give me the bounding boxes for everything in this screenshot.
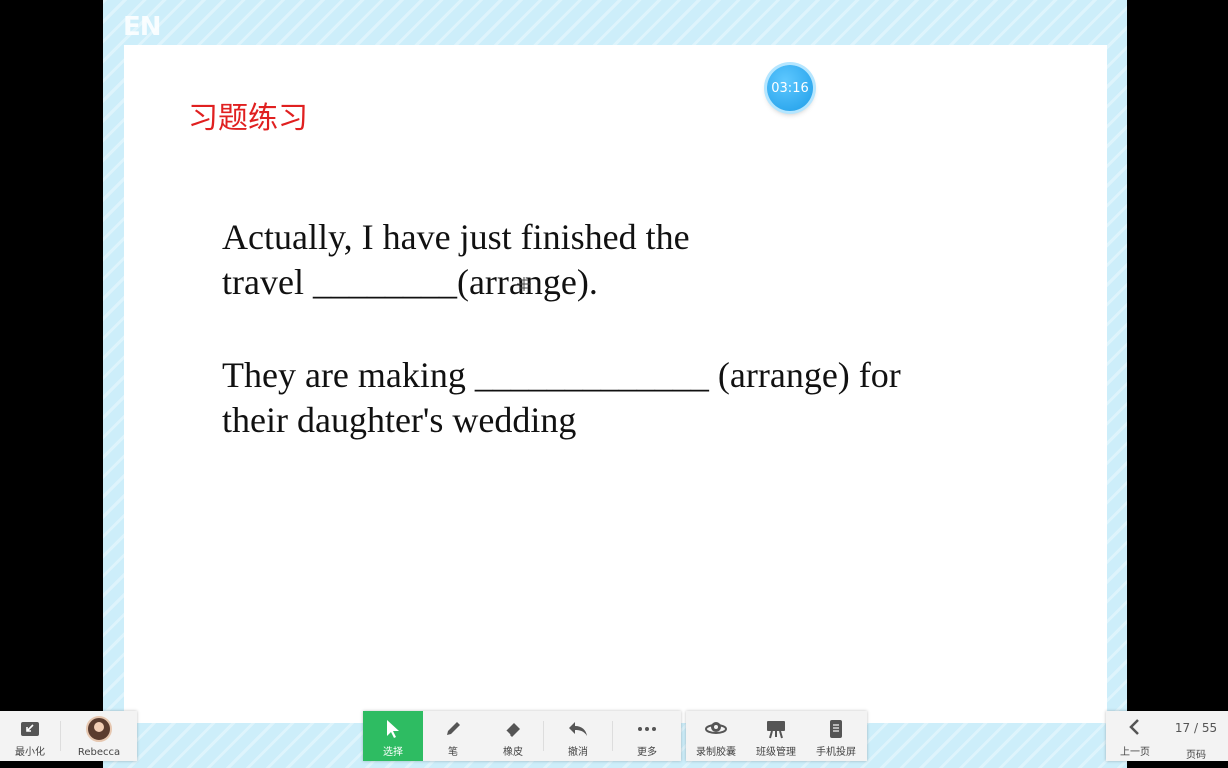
class-icon xyxy=(767,721,785,739)
avatar xyxy=(86,716,112,742)
select-tool-button[interactable]: 选择 xyxy=(363,711,423,761)
pen-icon xyxy=(447,722,460,735)
en-logo: EN xyxy=(123,12,162,42)
minimize-button[interactable]: 最小化 xyxy=(0,711,60,761)
phone-icon xyxy=(830,720,842,738)
slide-title: 习题练习 xyxy=(188,101,308,136)
user-name: Rebecca xyxy=(77,747,121,758)
classroom-toolbar: 录制胶囊 班级管理 手机投屏 xyxy=(686,711,867,761)
user-profile-button[interactable]: Rebecca xyxy=(61,711,137,761)
pen-tool-button[interactable]: 笔 xyxy=(423,711,483,761)
question-1: Actually, I have just finished the trave… xyxy=(222,215,690,305)
undo-button[interactable]: 撤消 xyxy=(544,711,612,761)
prev-page-button[interactable]: 上一页 xyxy=(1112,711,1158,761)
more-button[interactable]: 更多 xyxy=(613,711,681,761)
drawing-toolbar: 选择 笔 橡皮 撤消 更多 xyxy=(363,711,681,761)
record-capsule-button[interactable]: 录制胶囊 xyxy=(686,711,746,761)
more-icon xyxy=(638,727,656,731)
phone-label: 手机投屏 xyxy=(816,747,856,758)
eraser-tool-button[interactable]: 橡皮 xyxy=(483,711,543,761)
question-2-line-1: They are making _____________ (arrange) … xyxy=(222,355,901,395)
page-counter[interactable]: 17 / 55 xyxy=(1166,721,1226,735)
record-label: 录制胶囊 xyxy=(696,747,736,758)
more-label: 更多 xyxy=(637,747,657,758)
pen-label: 笔 xyxy=(448,747,458,758)
minimize-icon xyxy=(21,722,39,736)
class-management-button[interactable]: 班级管理 xyxy=(746,711,806,761)
left-toolbar: 最小化 Rebecca xyxy=(0,711,137,761)
prev-page-label: 上一页 xyxy=(1120,747,1150,758)
page-navigator: 上一页 17 / 55 页码 xyxy=(1106,711,1228,761)
chevron-left-icon xyxy=(1129,719,1139,735)
page-counter-label: 页码 xyxy=(1186,750,1206,761)
question-1-line-1: Actually, I have just finished the xyxy=(222,217,690,257)
record-icon xyxy=(705,722,727,734)
undo-label: 撤消 xyxy=(568,747,588,758)
minimize-label: 最小化 xyxy=(15,747,45,758)
phone-cast-button[interactable]: 手机投屏 xyxy=(806,711,866,761)
eraser-label: 橡皮 xyxy=(503,747,523,758)
presentation-stage: EN 习题练习 03:16 Actually, I have just fini… xyxy=(103,0,1127,768)
move-cursor-icon xyxy=(517,277,531,291)
question-2-line-2: their daughter's wedding xyxy=(222,400,577,440)
undo-icon xyxy=(569,722,587,736)
class-label: 班级管理 xyxy=(756,747,796,758)
slide: 习题练习 03:16 Actually, I have just finishe… xyxy=(124,45,1107,723)
timer-badge[interactable]: 03:16 xyxy=(767,65,813,111)
eraser-icon xyxy=(505,723,520,737)
select-label: 选择 xyxy=(383,747,403,758)
question-2: They are making _____________ (arrange) … xyxy=(222,353,901,443)
question-1-line-2: travel ________(arrange). xyxy=(222,262,598,302)
pointer-icon xyxy=(387,720,399,738)
